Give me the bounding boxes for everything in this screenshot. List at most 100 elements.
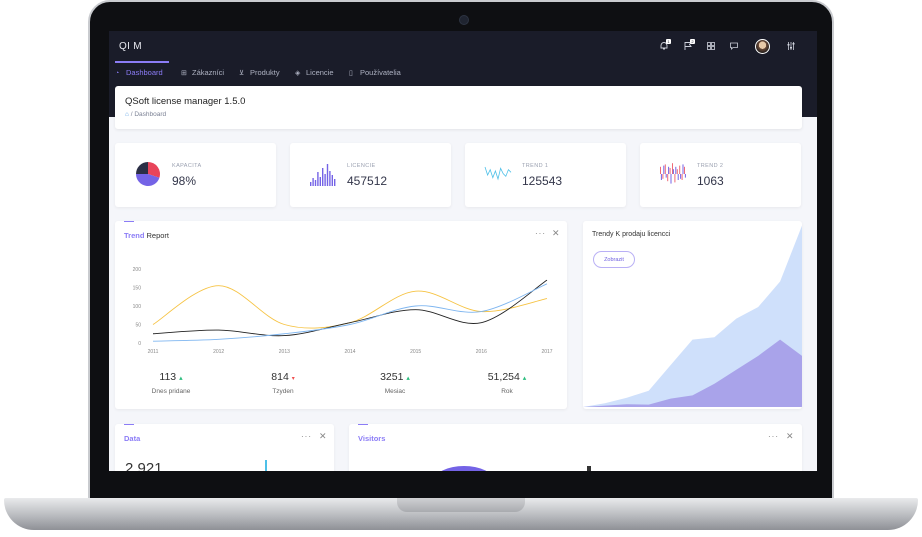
stat-value: 457512: [347, 174, 388, 188]
y-tick-label: 200: [133, 267, 142, 273]
bar: [681, 174, 683, 180]
x-tick-label: 2016: [476, 349, 487, 355]
bar: [331, 175, 333, 186]
series-line: [152, 279, 548, 337]
x-tick-label: 2011: [148, 349, 159, 355]
card-accent: [124, 221, 134, 222]
bar: [326, 164, 329, 186]
more-icon[interactable]: ···: [768, 432, 779, 441]
series-line: [152, 283, 548, 342]
bar: [660, 166, 661, 174]
bar: [669, 168, 671, 174]
gauge-icon: ◔: [115, 70, 120, 77]
sales-area-chart: [583, 225, 802, 407]
bar: [684, 174, 686, 178]
close-icon[interactable]: ✕: [319, 431, 327, 442]
laptop-notch: [397, 498, 525, 512]
bar: [682, 164, 684, 174]
bar: [676, 169, 678, 174]
trend-line-chart: 200 150 100 50 0 2011 2012 2013 2014 2015 2016 2017: [133, 267, 553, 355]
breadcrumb: ⌂ / Dashboard: [125, 111, 167, 118]
chat-icon[interactable]: [729, 41, 739, 51]
x-tick-label: 2015: [410, 349, 421, 355]
more-icon[interactable]: ···: [535, 229, 546, 238]
summary-month: 3251 ▴ Mesiac: [380, 371, 410, 395]
bar: [660, 174, 662, 180]
bar: [677, 174, 679, 180]
bar: [664, 164, 666, 174]
bar: [314, 180, 317, 186]
grid-icon[interactable]: [706, 41, 716, 51]
sparkline-icon: [484, 166, 512, 181]
summary-today: 113 ▴ Dnes pridane: [151, 371, 191, 395]
webcam: [459, 15, 469, 25]
trend-report-card: Trend Report ··· ✕ 200 150 100 50 0 2011 2012 2…: [115, 221, 567, 409]
bar: [667, 174, 669, 182]
stat-label: LICENCIE: [347, 163, 376, 169]
card-accent: [124, 424, 134, 425]
x-tick-label: 2012: [213, 349, 224, 355]
visitors-chart: [434, 466, 494, 471]
bar: [319, 177, 321, 186]
bar: [310, 182, 312, 186]
more-icon[interactable]: ···: [301, 432, 312, 441]
bar: [680, 174, 682, 179]
x-tick-label: 2013: [279, 349, 290, 355]
pie-chart-icon: [136, 162, 160, 186]
x-tick-label: 2014: [344, 349, 355, 355]
brand-underline: [115, 61, 169, 63]
trend-down-icon: ▾: [291, 376, 295, 382]
visitors-marker: [587, 466, 591, 471]
card-title: Data: [124, 434, 141, 443]
summary-year: 51,254 ▴ Rok: [487, 371, 527, 395]
bar: [668, 166, 670, 174]
y-tick-label: 0: [138, 341, 141, 347]
bar: [662, 174, 664, 179]
bar: [317, 172, 319, 186]
close-icon[interactable]: ✕: [552, 228, 560, 239]
sales-trend-card: Trendy K prodaju licencci Zobrazit: [583, 221, 802, 409]
stat-card-trend2: TREND 2 1063: [640, 143, 801, 207]
bipolar-bar-icon: [660, 163, 686, 184]
bar: [324, 174, 326, 186]
trend-up-icon: ▴: [522, 375, 527, 382]
bar: [665, 174, 667, 178]
mini-bar: [265, 460, 267, 471]
brand-logo[interactable]: QI M: [119, 41, 142, 52]
trend-up-icon: ▴: [406, 375, 410, 382]
card-title: Visitors: [358, 434, 386, 443]
bar: [684, 166, 685, 174]
nav-produkty[interactable]: ⊻ Produkty: [239, 68, 280, 77]
grid-icon: ⊞: [181, 70, 187, 77]
file-icon: ▯: [349, 70, 353, 77]
visitors-card: Visitors ··· ✕: [349, 424, 802, 471]
nav-licencie[interactable]: ◈ Licencie: [295, 68, 334, 77]
nav-zakaznici[interactable]: ⊞ Zákazníci: [181, 68, 224, 77]
data-card: Data ··· ✕ 2,921: [115, 424, 334, 471]
bar: [674, 174, 676, 183]
stat-label: TREND 1: [522, 163, 549, 169]
bar: [679, 165, 681, 174]
sliders-icon[interactable]: [786, 41, 796, 51]
nav-pouzivatelia[interactable]: ▯ Používatelia: [349, 68, 401, 77]
stat-card-kapacita: KAPACITA 98%: [115, 143, 276, 207]
card-title: Trend Report: [124, 231, 170, 240]
page-header-card: QSoft license manager 1.5.0 ⌂ / Dashboar…: [115, 86, 802, 129]
bar: [663, 165, 665, 174]
avatar[interactable]: [755, 39, 770, 54]
page-title: QSoft license manager 1.5.0: [125, 96, 246, 107]
sparkline: [484, 166, 512, 181]
y-tick-label: 100: [133, 304, 142, 310]
breadcrumb-current[interactable]: Dashboard: [134, 111, 166, 118]
nav-dashboard[interactable]: ◔ Dashboard: [115, 68, 163, 77]
flag-badge: 2: [690, 39, 695, 44]
close-icon[interactable]: ✕: [786, 431, 794, 442]
y-tick-label: 50: [135, 323, 141, 329]
bar: [672, 169, 674, 174]
stat-value: 125543: [522, 174, 563, 188]
home-icon[interactable]: ⌂: [125, 111, 129, 118]
y-tick-label: 150: [133, 286, 142, 292]
bar: [312, 178, 314, 186]
bar: [675, 166, 677, 174]
stat-label: KAPACITA: [172, 163, 202, 169]
